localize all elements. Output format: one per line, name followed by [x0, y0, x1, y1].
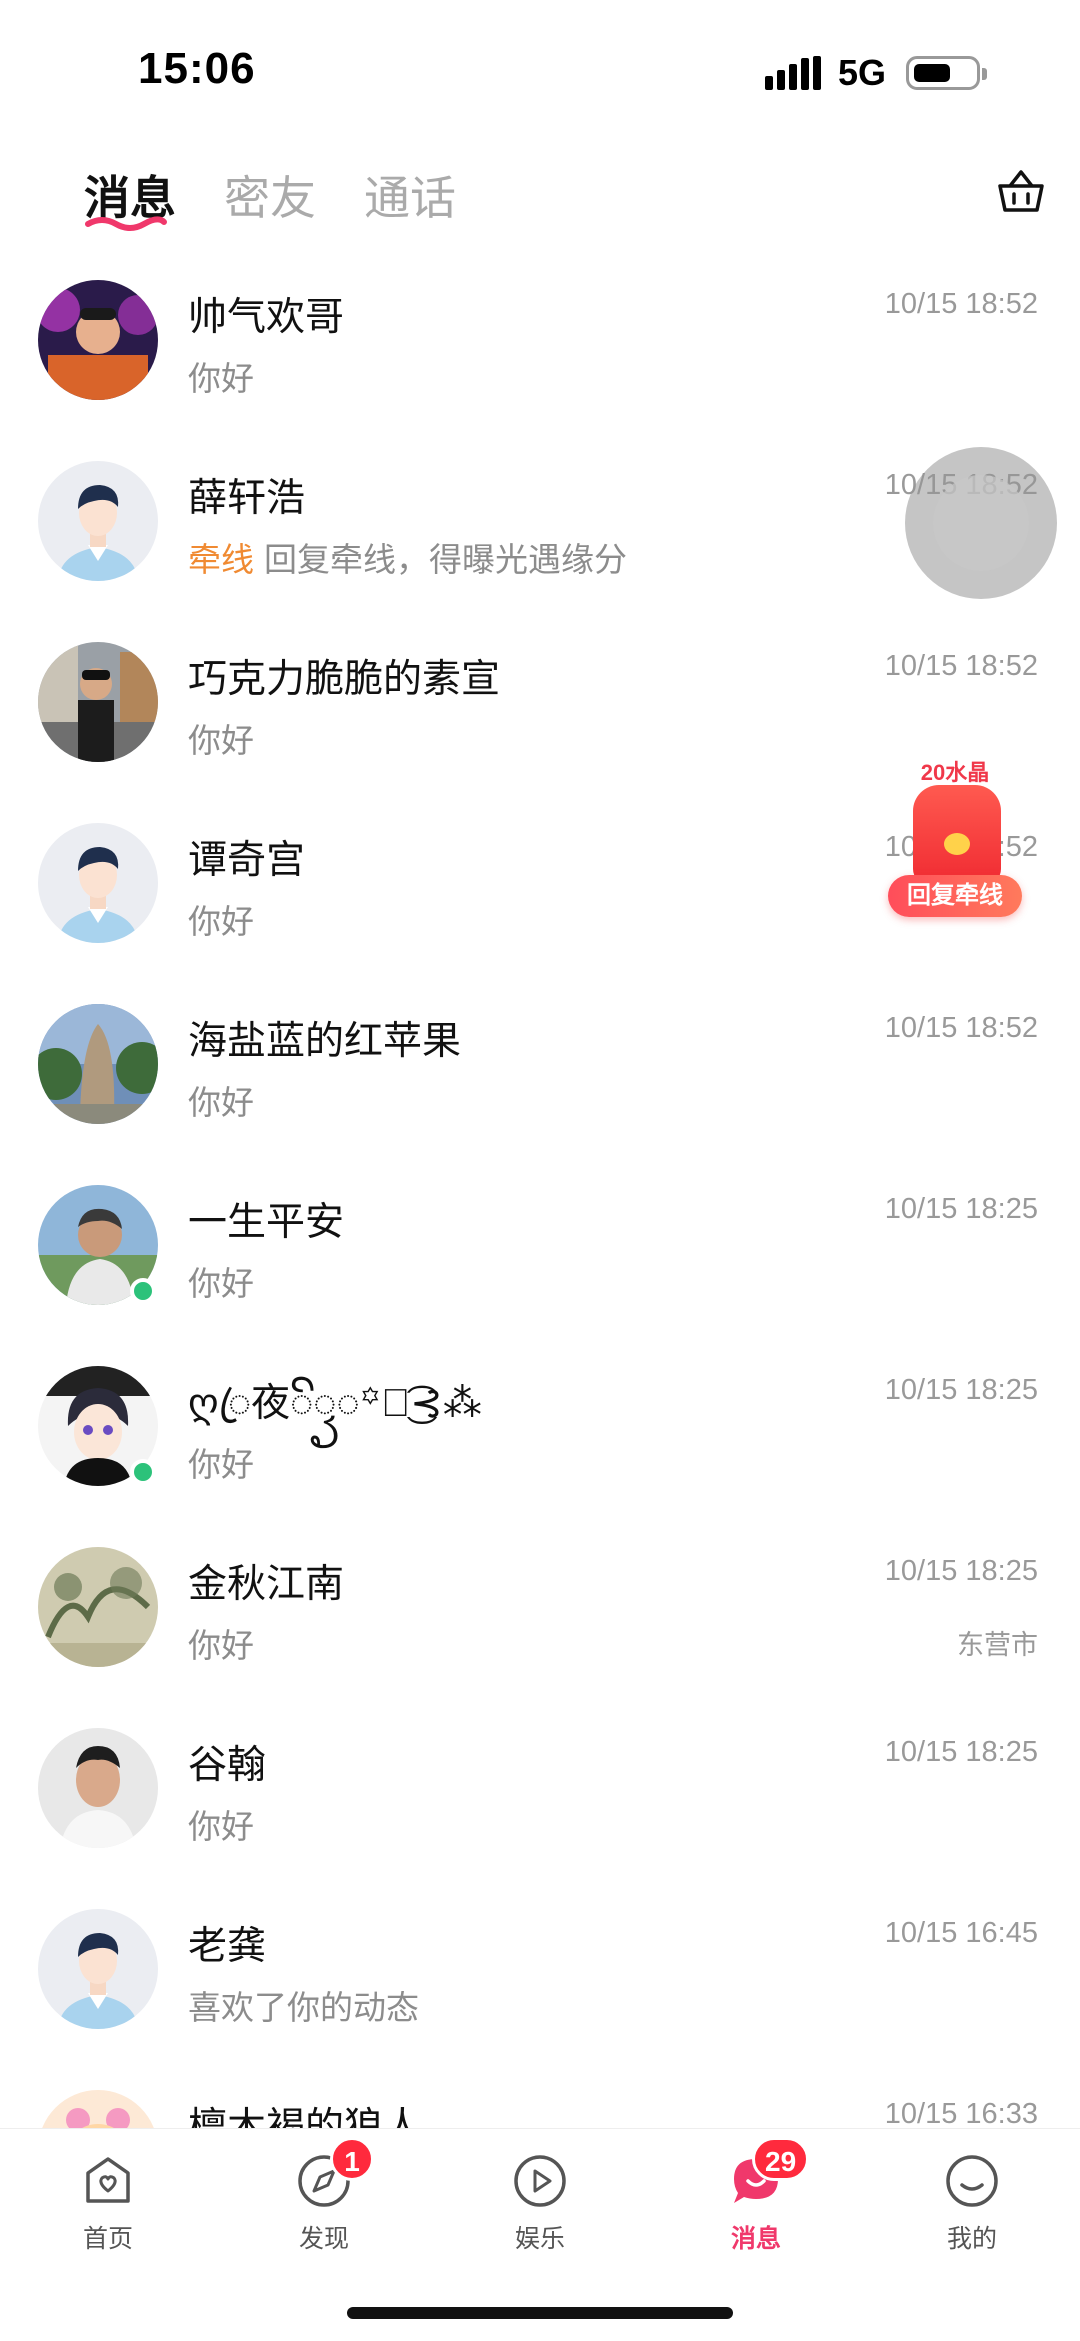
status-time: 15:06 [138, 44, 256, 93]
contact-name: 谷翰 [188, 1744, 267, 1787]
tab-calls[interactable]: 通话 [364, 162, 456, 228]
battery-icon [906, 56, 987, 90]
reply-matchmaking-button[interactable]: 回复牵线 [888, 875, 1022, 917]
nav-messages[interactable]: 29 消息 [686, 2137, 826, 2281]
avatar-default-male[interactable] [38, 823, 158, 943]
message-preview: 你好 [188, 1084, 254, 1121]
message-time: 10/15 16:33 [884, 2098, 1038, 2130]
message-preview: 你好 [188, 722, 254, 759]
contact-name: 帅气欢哥 [188, 296, 345, 339]
conversation-row[interactable]: 一生平安 你好 10/15 18:25 [0, 1165, 1080, 1346]
avatar[interactable] [38, 642, 158, 762]
conversation-row[interactable]: 帅气欢哥 你好 10/15 18:52 [0, 260, 1080, 441]
matchmaking-tag: 牵线 [188, 541, 254, 578]
network-type: 5G [838, 52, 887, 93]
nav-entertainment[interactable]: 娱乐 [470, 2151, 610, 2281]
messages-badge: 29 [752, 2137, 810, 2181]
active-tab-underline [85, 216, 167, 231]
avatar[interactable] [38, 280, 158, 400]
message-preview: 你好 [188, 1446, 254, 1483]
avatar[interactable] [38, 1004, 158, 1124]
message-preview: 牵线 回复牵线，得曝光遇缘分 [188, 541, 627, 578]
contact-name: 薛轩浩 [188, 477, 306, 520]
nav-profile[interactable]: 我的 [902, 2151, 1042, 2281]
nav-discover-label: 发现 [298, 2225, 349, 2253]
status-bar: 15:06 5G [0, 0, 1080, 140]
conversation-row[interactable]: 金秋江南 你好 10/15 18:25 东营市 [0, 1527, 1080, 1708]
home-indicator [347, 2307, 733, 2319]
message-time: 10/15 18:25 [884, 1374, 1038, 1406]
location-label: 东营市 [957, 1630, 1038, 1660]
message-preview: 你好 [188, 1808, 254, 1845]
basket-icon[interactable] [996, 166, 1046, 216]
nav-discover[interactable]: 1 发现 [254, 2137, 394, 2281]
message-time: 10/15 18:25 [884, 1555, 1038, 1587]
nav-home-label: 首页 [82, 2225, 133, 2253]
avatar[interactable] [38, 1728, 158, 1848]
conversation-row[interactable]: 谷翰 你好 10/15 18:25 [0, 1708, 1080, 1889]
conversation-row[interactable]: 海盐蓝的红苹果 你好 10/15 18:52 [0, 984, 1080, 1165]
red-packet-icon [913, 785, 1001, 885]
play-icon [514, 2155, 566, 2207]
message-preview: 你好 [188, 360, 254, 397]
message-time: 10/15 18:25 [884, 1736, 1038, 1768]
message-preview: 喜欢了你的动态 [188, 1989, 419, 2026]
online-status-dot [130, 1278, 156, 1304]
promo-crystal-label: 20水晶 [920, 760, 990, 785]
message-time: 10/15 16:45 [884, 1917, 1038, 1949]
discover-badge: 1 [330, 2137, 374, 2181]
avatar-default-male[interactable] [38, 461, 158, 581]
tab-close-friends[interactable]: 密友 [224, 162, 316, 228]
signal-icon [765, 56, 821, 90]
floating-assistive-button[interactable] [905, 447, 1057, 599]
message-preview: 你好 [188, 1627, 254, 1664]
message-preview: 你好 [188, 1265, 254, 1302]
nav-profile-label: 我的 [946, 2225, 997, 2253]
contact-name: 谭奇宫 [188, 839, 306, 882]
message-time: 10/15 18:52 [884, 1012, 1038, 1044]
message-preview: 你好 [188, 903, 254, 940]
contact-name: 一生平安 [188, 1201, 345, 1244]
nav-entertainment-label: 娱乐 [514, 2225, 565, 2253]
avatar[interactable] [38, 1547, 158, 1667]
reply-matchmaking-promo[interactable]: 20水晶 回复牵线 [880, 755, 1030, 930]
contact-name: 巧克力脆脆的素宣 [188, 658, 501, 701]
nav-messages-label: 消息 [730, 2225, 781, 2253]
conversation-row[interactable]: 老龚 喜欢了你的动态 10/15 16:45 [0, 1889, 1080, 2070]
conversation-row[interactable]: ღꦿ夜ꦼꦽ◌꙳ᰔ͜͡⊰⁂ 你好 10/15 18:25 [0, 1346, 1080, 1527]
contact-name: 海盐蓝的红苹果 [188, 1020, 462, 1063]
message-time: 10/15 18:52 [884, 288, 1038, 320]
top-tabs: 消息 密友 通话 [0, 150, 1080, 250]
smile-face-icon [946, 2155, 998, 2207]
home-heart-icon [86, 2157, 130, 2203]
contact-name: 金秋江南 [188, 1563, 345, 1606]
avatar-default-male[interactable] [38, 1909, 158, 2029]
nav-home[interactable]: 首页 [38, 2151, 178, 2281]
contact-name: 老龚 [188, 1925, 267, 1968]
message-time: 10/15 18:52 [884, 650, 1038, 682]
message-time: 10/15 18:25 [884, 1193, 1038, 1225]
online-status-dot [130, 1459, 156, 1485]
